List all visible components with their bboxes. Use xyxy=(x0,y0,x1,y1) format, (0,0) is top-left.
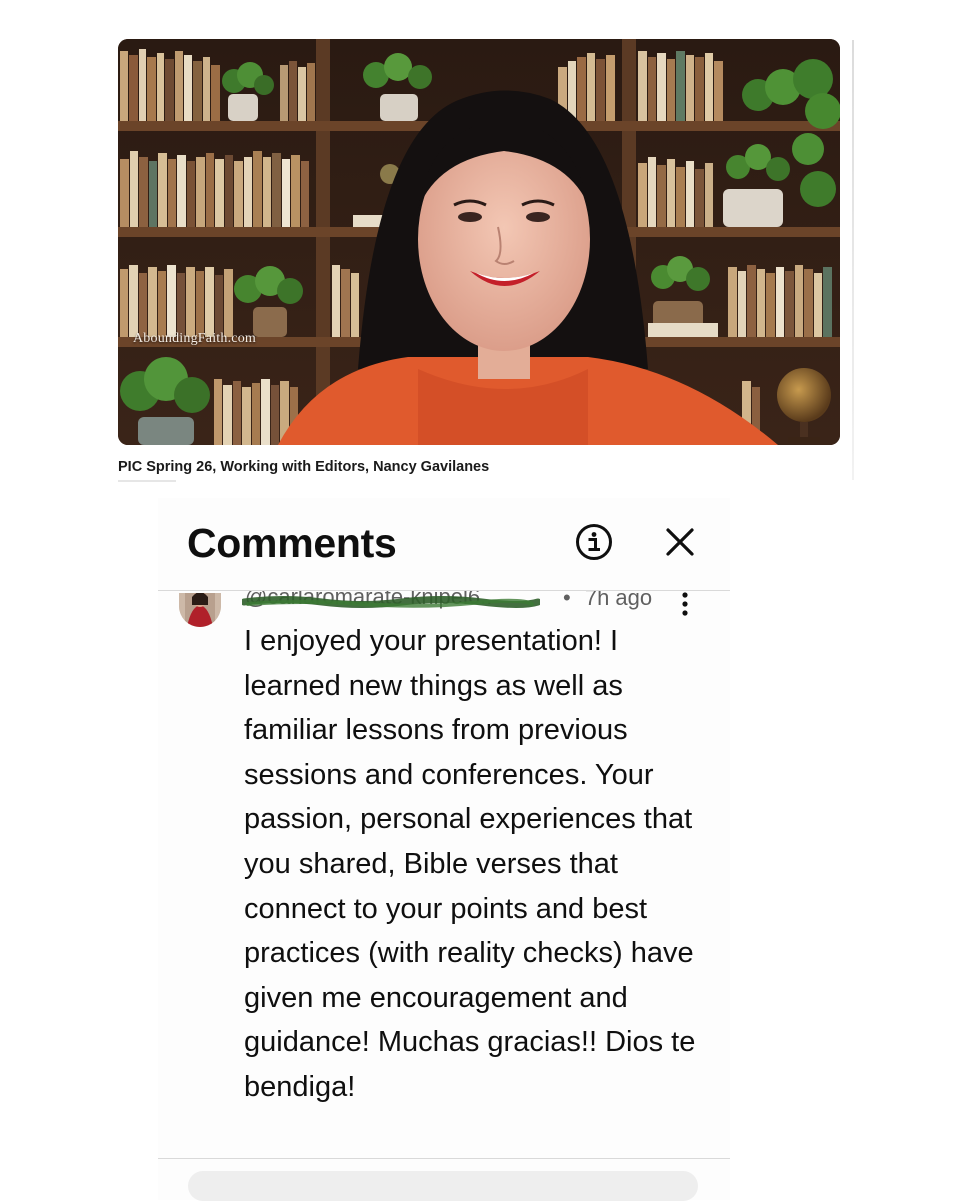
info-button[interactable] xyxy=(575,523,613,561)
title-underline xyxy=(118,480,176,482)
more-vert-icon xyxy=(682,592,688,616)
comments-panel: Comments @carlaromarate-knipel6.. • 7h a… xyxy=(158,498,730,1201)
info-circle-icon xyxy=(576,524,612,560)
comments-header: Comments xyxy=(158,498,730,590)
close-button[interactable] xyxy=(664,526,696,558)
avatar[interactable] xyxy=(179,593,221,627)
comment-meta: • 7h ago xyxy=(563,591,652,611)
video-frame-image xyxy=(118,39,840,445)
comment-text: I enjoyed your presentation! I learned n… xyxy=(244,625,696,1103)
footer-divider xyxy=(158,1158,730,1159)
meta-separator: • xyxy=(563,591,571,610)
video-watermark: AboundingFaith.com xyxy=(133,331,256,346)
close-icon xyxy=(666,528,694,556)
comment-item: @carlaromarate-knipel6.. • 7h ago I enjo… xyxy=(158,591,730,1151)
add-comment-input[interactable] xyxy=(188,1171,698,1201)
comment-time: 7h ago xyxy=(584,591,653,610)
avatar-image xyxy=(179,593,221,627)
more-options-button[interactable] xyxy=(676,591,694,617)
author-redaction-scribble xyxy=(242,596,540,608)
page-edge-divider xyxy=(852,40,854,480)
video-title[interactable]: PIC Spring 26, Working with Editors, Nan… xyxy=(118,459,489,475)
video-player[interactable]: AboundingFaith.com xyxy=(118,39,840,445)
comments-title: Comments xyxy=(187,520,397,566)
